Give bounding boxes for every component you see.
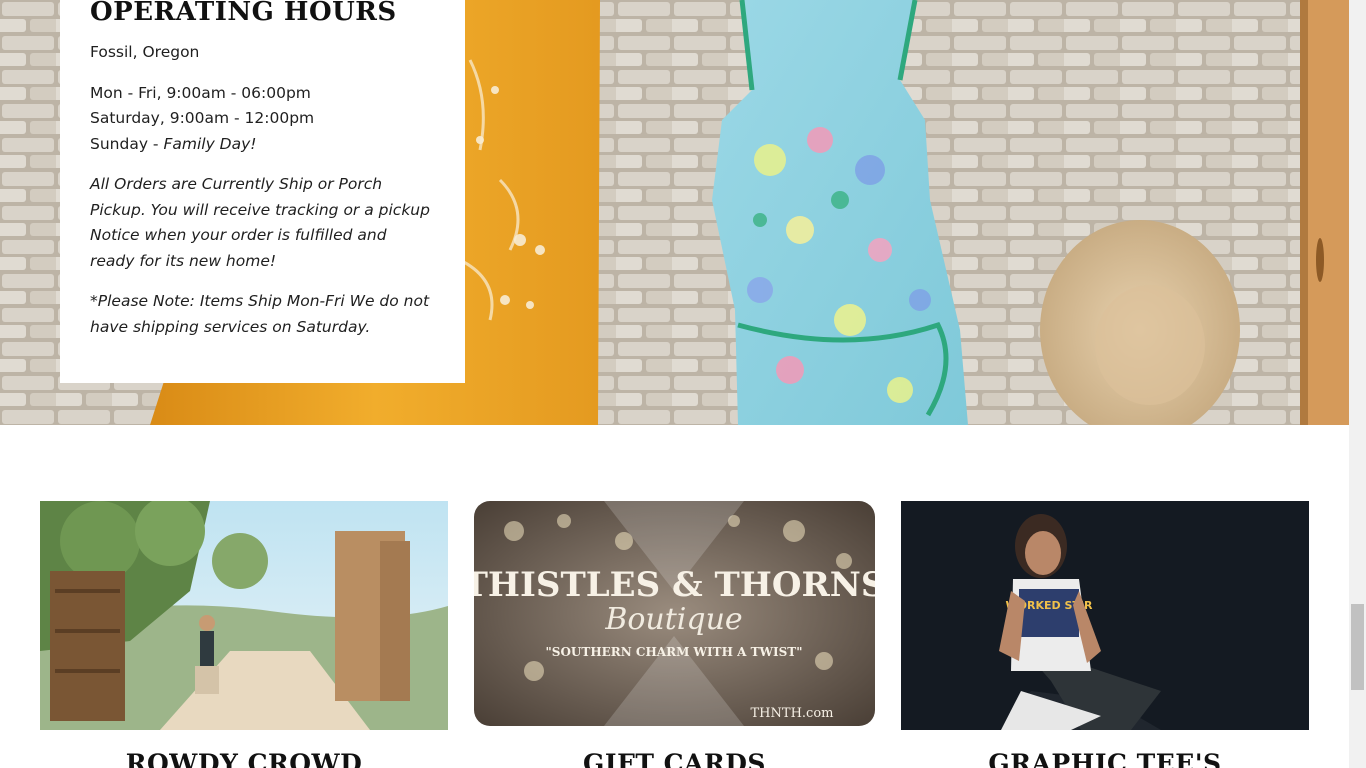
sunday-hours: Sunday - Family Day!	[90, 132, 435, 158]
gift-card-url: THNTH.com	[751, 706, 834, 721]
rowdy-crowd-photo	[40, 501, 448, 730]
hero-banner: OPERATING HOURS Fossil, Oregon Mon - Fri…	[0, 0, 1349, 425]
page-scrollbar[interactable]	[1349, 0, 1366, 768]
hours-schedule: Mon - Fri, 9:00am - 06:00pm Saturday, 9:…	[90, 81, 435, 158]
sunday-note: Family Day!	[163, 134, 257, 153]
collection-graphic-tees[interactable]: WORKED STIR GRAPHIC TEE'S	[901, 501, 1309, 768]
gift-card-script: Boutique	[604, 602, 742, 637]
operating-hours-title: OPERATING HOURS	[90, 0, 397, 27]
gift-card-brand: THISTLES & THORNS	[474, 565, 875, 605]
gift-card-image: THISTLES & THORNS Boutique "SOUTHERN CHA…	[474, 501, 875, 726]
operating-hours-card: OPERATING HOURS Fossil, Oregon Mon - Fri…	[60, 0, 465, 383]
collection-image-gift-cards[interactable]: THISTLES & THORNS Boutique "SOUTHERN CHA…	[474, 501, 875, 726]
store-location: Fossil, Oregon	[90, 43, 200, 61]
graphic-tees-photo: WORKED STIR	[901, 501, 1309, 730]
shipping-note: *Please Note: Items Ship Mon-Fri We do n…	[90, 292, 430, 336]
collection-rowdy-crowd[interactable]: ROWDY CROWD	[40, 501, 448, 768]
weekday-hours: Mon - Fri, 9:00am - 06:00pm	[90, 83, 311, 102]
gift-card-tagline: "SOUTHERN CHARM WITH A TWIST"	[546, 645, 803, 659]
collection-image-graphic-tees[interactable]: WORKED STIR	[901, 501, 1309, 730]
collection-image-rowdy-crowd[interactable]	[40, 501, 448, 730]
scrollbar-thumb[interactable]	[1351, 604, 1364, 690]
sunday-label: Sunday -	[90, 134, 164, 153]
collection-title-rowdy-crowd[interactable]: ROWDY CROWD	[40, 749, 448, 768]
collection-gift-cards[interactable]: THISTLES & THORNS Boutique "SOUTHERN CHA…	[474, 501, 875, 768]
collection-title-graphic-tees[interactable]: GRAPHIC TEE'S	[901, 749, 1309, 768]
saturday-hours: Saturday, 9:00am - 12:00pm	[90, 109, 315, 127]
collection-title-gift-cards[interactable]: GIFT CARDS	[474, 749, 875, 768]
orders-note: All Orders are Currently Ship or Porch P…	[90, 175, 430, 270]
